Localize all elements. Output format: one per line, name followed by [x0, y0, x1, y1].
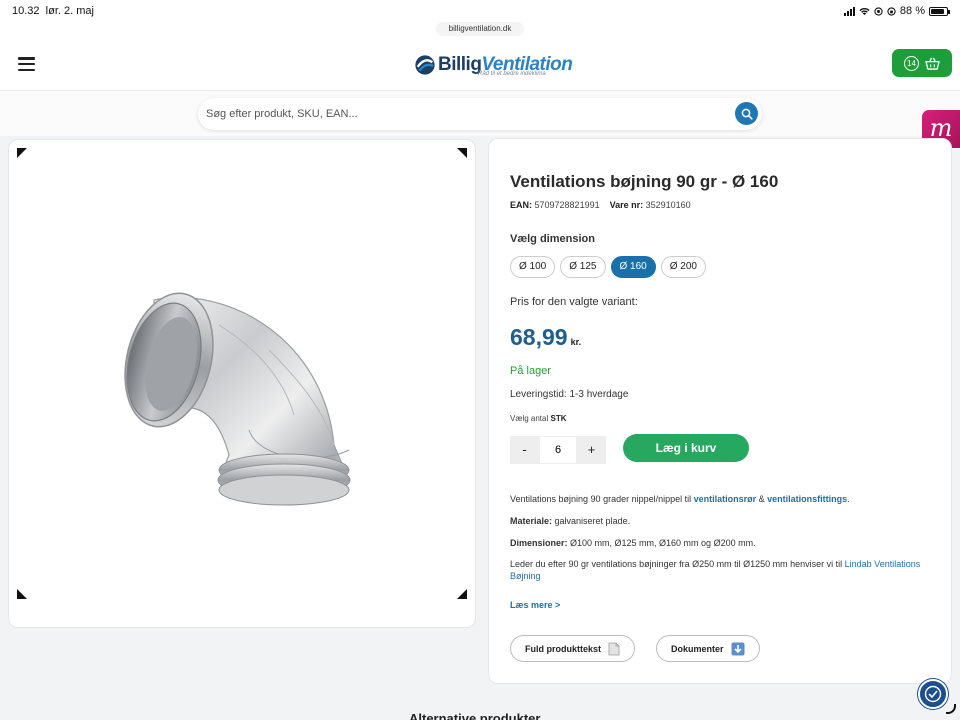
quantity-stepper: - + — [510, 436, 606, 464]
cart-button[interactable]: 14 — [892, 49, 952, 77]
corner-marker — [457, 148, 467, 158]
search-button[interactable] — [735, 102, 758, 125]
link-ventilationsfittings[interactable]: ventilationsfittings — [767, 494, 847, 504]
link-ventilationsror[interactable]: ventilationsrør — [694, 494, 757, 504]
ean-label: EAN: — [510, 200, 532, 210]
orientation-lock-icon — [887, 6, 896, 16]
price-label: Pris for den valgte variant: — [510, 296, 638, 308]
search-input[interactable] — [206, 104, 726, 124]
quantity-decrease-button[interactable]: - — [510, 436, 539, 464]
description-lindab: Leder du efter 90 gr ventilations bøjnin… — [510, 559, 921, 581]
logo-tagline: Råd til et bedre indeklima — [478, 71, 546, 77]
basket-icon — [925, 57, 940, 70]
documents-button[interactable]: Dokumenter — [656, 635, 760, 662]
accessibility-icon — [924, 685, 942, 703]
cart-count-badge: 14 — [904, 55, 919, 71]
stock-status: På lager — [510, 365, 551, 377]
description-dimensions: Dimensioner: Ø100 mm, Ø125 mm, Ø160 mm o… — [510, 538, 756, 548]
resize-handle — [946, 704, 956, 714]
product-meta: EAN: 5709728821991 Vare nr: 352910160 — [510, 200, 691, 210]
full-text-button[interactable]: Fuld produkttekst — [510, 635, 635, 662]
status-indicators: 88 % — [843, 5, 950, 17]
dimension-selector: Ø 100 Ø 125 Ø 160 Ø 200 — [510, 256, 706, 278]
dimension-option-200[interactable]: Ø 200 — [660, 256, 706, 278]
dimension-option-125[interactable]: Ø 125 — [560, 256, 606, 278]
product-image[interactable] — [109, 280, 354, 510]
add-to-cart-button[interactable]: Læg i kurv — [623, 434, 749, 462]
battery-percent: 88 % — [899, 5, 925, 17]
quantity-increase-button[interactable]: + — [577, 436, 606, 464]
battery-icon — [929, 6, 950, 16]
search-icon — [741, 108, 753, 120]
dimension-option-160[interactable]: Ø 160 — [610, 256, 656, 278]
url-bar[interactable]: billigventilation.dk — [436, 22, 524, 36]
wifi-icon — [859, 7, 870, 15]
search-box — [198, 98, 762, 130]
product-title: Ventilations bøjning 90 gr - Ø 160 — [510, 172, 779, 191]
location-icon — [874, 6, 883, 16]
corner-marker — [457, 589, 467, 599]
product-info-card: Ventilations bøjning 90 gr - Ø 160 EAN: … — [488, 138, 952, 684]
site-logo[interactable]: BilligVentilation Råd til et bedre indek… — [414, 50, 573, 80]
status-bar: 10.32 lør. 2. maj 88 % — [0, 0, 960, 22]
sku-label: Vare nr: — [609, 200, 644, 210]
product-image-card — [8, 139, 476, 628]
sku-value: 352910160 — [645, 200, 691, 210]
price-currency: kr. — [570, 337, 582, 347]
price-amount: 68,99 — [510, 324, 568, 350]
status-time: 10.32 lør. 2. maj — [12, 5, 94, 17]
delivery-time: Leveringstid: 1-3 hverdage — [510, 389, 629, 400]
alternative-products-title: Alternative produkter — [409, 711, 541, 720]
site-header: billigventilation.dk BilligVentilation R… — [0, 22, 960, 90]
corner-marker — [17, 148, 27, 158]
search-section — [0, 90, 960, 136]
quantity-input[interactable] — [539, 436, 577, 464]
cellular-signal-icon — [843, 6, 855, 16]
menu-icon[interactable] — [18, 57, 35, 71]
download-icon — [731, 642, 745, 655]
price: 68,99 kr. — [510, 324, 581, 351]
document-icon — [608, 642, 620, 655]
quantity-label: Vælg antal STK — [510, 414, 567, 423]
description-intro: Ventilations bøjning 90 grader nippel/ni… — [510, 494, 850, 504]
accessibility-button[interactable] — [918, 679, 948, 709]
logo-mark-icon — [415, 55, 435, 75]
description-material: Materiale: galvaniseret plade. — [510, 516, 631, 526]
read-more-link[interactable]: Læs mere > — [510, 600, 560, 610]
corner-marker — [17, 589, 27, 599]
ean-value: 5709728821991 — [534, 200, 600, 210]
dimension-option-100[interactable]: Ø 100 — [510, 256, 556, 278]
dimension-label: Vælg dimension — [510, 233, 595, 245]
